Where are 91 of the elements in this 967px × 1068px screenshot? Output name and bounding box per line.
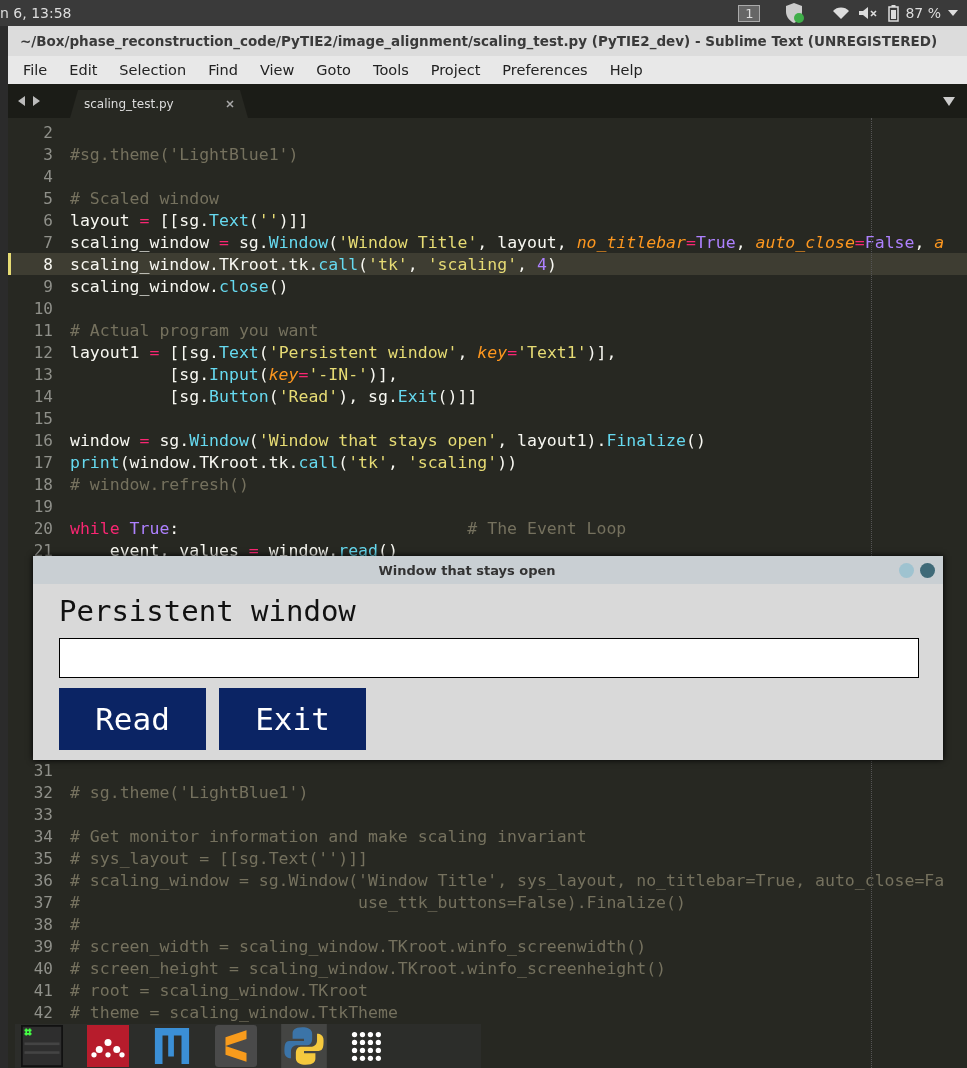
menu-item[interactable]: Goto <box>305 62 362 78</box>
line-number: 15 <box>32 408 53 428</box>
menu-item[interactable]: Selection <box>108 62 198 78</box>
line-number: 20 <box>32 518 53 538</box>
dialog-title: Window that stays open <box>377 562 557 578</box>
menu-item[interactable]: Edit <box>58 62 109 78</box>
tab-arrows-icon[interactable] <box>18 96 40 106</box>
line-number: 2 <box>42 122 53 142</box>
persistent-text: Persistent window <box>59 594 357 628</box>
battery-level: 87 % <box>905 5 941 21</box>
volume-muted-icon[interactable] <box>858 6 879 20</box>
code-line: # window.refresh() <box>70 474 249 494</box>
line-number: 6 <box>42 210 53 230</box>
code-line: # Actual program you want <box>70 320 319 340</box>
line-number: 3 <box>42 144 53 164</box>
bracket-icon[interactable] <box>153 1026 191 1066</box>
code-line: layout1 = [[sg.Text('Persistent window', key='Text1')], <box>70 342 617 362</box>
terminal-icon[interactable] <box>21 1025 63 1067</box>
line-number: 4 <box>42 166 53 186</box>
line-number: 18 <box>32 474 53 494</box>
line-number: 9 <box>42 276 53 296</box>
line-number: 10 <box>32 298 53 318</box>
menu-item[interactable]: Tools <box>362 62 420 78</box>
line-number: 17 <box>32 452 53 472</box>
line-number: 8 <box>42 254 53 274</box>
code-line: window = sg.Window('Window that stays open', layout1).Finalize() <box>70 430 706 450</box>
line-number: 14 <box>32 386 53 406</box>
code-line: scaling_window.close() <box>70 276 289 296</box>
python-icon[interactable] <box>281 1024 327 1068</box>
code-line: [sg.Input(key='-IN-')], <box>168 364 398 384</box>
code-line: # screen_width = scaling_window.TKroot.winfo_screenwidth() <box>70 936 647 956</box>
input-field[interactable] <box>59 638 919 678</box>
line-number: 7 <box>42 232 53 252</box>
code-line: # theme = scaling_window.TtkTheme <box>70 1002 398 1022</box>
line-number: 42 <box>32 1002 53 1022</box>
line-number: 12 <box>32 342 53 362</box>
line-number: 40 <box>32 958 53 978</box>
line-number: 11 <box>32 320 53 340</box>
line-number: 5 <box>42 188 53 208</box>
dots-network-icon[interactable] <box>87 1025 129 1067</box>
battery-icon[interactable] <box>888 4 900 22</box>
menu-item[interactable]: Help <box>598 62 654 78</box>
dropdown-caret-icon[interactable] <box>943 96 955 106</box>
line-number: 38 <box>32 914 53 934</box>
line-number: 16 <box>32 430 53 450</box>
menu-item[interactable]: Preferences <box>491 62 599 78</box>
window-title: ~/Box/phase_reconstruction_code/PyTIE2/image_alignment/scaling_test.py (PyTIE2_dev) - Sublime Text (UNREGISTERED) <box>20 33 938 49</box>
caret-icon[interactable] <box>947 9 959 17</box>
line-number: 19 <box>32 496 53 516</box>
line-number: 41 <box>32 980 53 1000</box>
code-line: scaling_window.TKroot.tk.call('tk', 'scaling', 4) <box>70 254 557 274</box>
line-number: 39 <box>32 936 53 956</box>
code-line: scaling_window = sg.Window('Window Title', layout, no_titlebar=True, auto_close=False, a <box>70 232 945 252</box>
line-number: 35 <box>32 848 53 868</box>
line-number: 21 <box>32 540 53 560</box>
code-line: # sg.theme('LightBlue1') <box>70 782 309 802</box>
shield-icon[interactable] <box>784 2 805 24</box>
line-number: 13 <box>32 364 53 384</box>
apps-grid-icon[interactable] <box>351 1031 381 1061</box>
line-number: 36 <box>32 870 53 890</box>
code-line: # Get monitor information and make scaling invariant <box>70 826 587 846</box>
line-number: 32 <box>32 782 53 802</box>
line-number: 33 <box>32 804 53 824</box>
code-line: # sys_layout = [[sg.Text('')]] <box>70 848 368 868</box>
code-line: # root = scaling_window.TKroot <box>70 980 368 1000</box>
file-tab[interactable]: scaling_test.py <box>70 90 248 118</box>
code-line: # use_ttk_buttons=False).Finalize() <box>70 892 686 912</box>
clock: n 6, 13:58 <box>0 5 72 21</box>
line-number: 37 <box>32 892 53 912</box>
code-line: [sg.Button('Read'), sg.Exit()]] <box>168 386 478 406</box>
line-number: 31 <box>32 760 53 780</box>
workspace-indicator[interactable]: 1 <box>738 4 761 22</box>
menu-item[interactable]: File <box>12 62 59 78</box>
code-line: while True: # The Event Loop <box>70 518 627 538</box>
dialog-button[interactable]: Exit <box>219 688 366 750</box>
code-line: # scaling_window = sg.Window('Window Title', sys_layout, no_titlebar=True, auto_close=Fa <box>70 870 945 890</box>
code-line: print(window.TKroot.tk.call('tk', 'scaling')) <box>70 452 518 472</box>
line-number: 34 <box>32 826 53 846</box>
menu-item[interactable]: Project <box>419 62 492 78</box>
menu-item[interactable]: View <box>248 62 306 78</box>
wifi-icon[interactable] <box>832 6 851 20</box>
code-line: layout = [[sg.Text('')]] <box>70 210 309 230</box>
menu-item[interactable]: Find <box>197 62 249 78</box>
code-line: # screen_height = scaling_window.TKroot.winfo_screenheight() <box>70 958 667 978</box>
code-line: # Scaled window <box>70 188 219 208</box>
code-line: #sg.theme('LightBlue1') <box>70 144 299 164</box>
close-icon[interactable] <box>226 100 234 108</box>
close-button[interactable] <box>920 562 935 578</box>
sublime-icon[interactable] <box>215 1025 257 1067</box>
code-line: # <box>70 914 80 934</box>
dialog-button[interactable]: Read <box>59 688 206 750</box>
